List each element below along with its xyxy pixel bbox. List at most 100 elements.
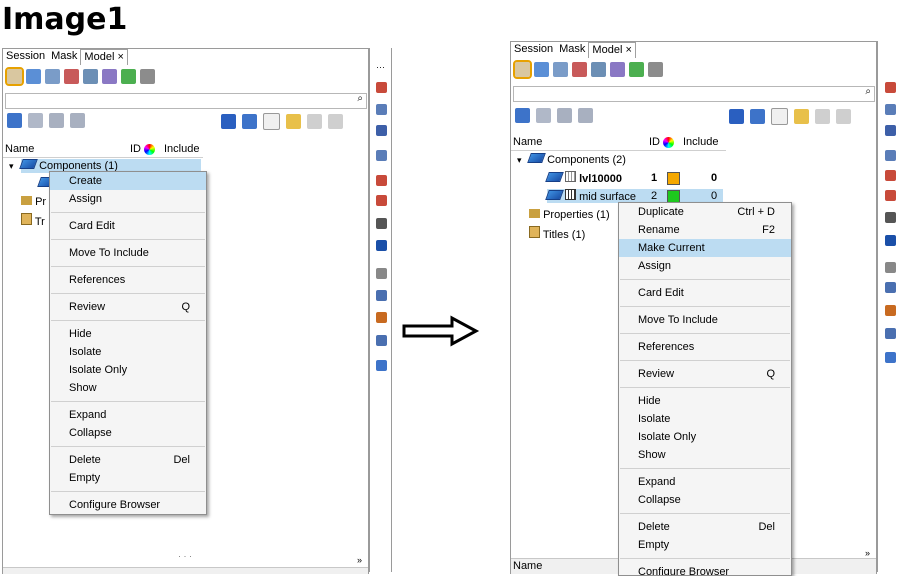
- color-swatch[interactable]: [667, 172, 680, 185]
- right-search-input[interactable]: ⌕: [513, 86, 875, 102]
- search-icon[interactable]: ⌕: [865, 86, 871, 97]
- visibility-one-icon[interactable]: [328, 114, 343, 129]
- menu-item-isolate[interactable]: Isolate: [619, 410, 791, 428]
- menu-item-assign[interactable]: Assign: [619, 257, 791, 275]
- visibility-one-icon[interactable]: [836, 109, 851, 124]
- side-tool-icon[interactable]: [885, 82, 896, 93]
- solver-view-icon[interactable]: [83, 68, 98, 84]
- menu-item-duplicate[interactable]: Duplicate Ctrl + D: [619, 203, 791, 221]
- menu-item-isolate-only[interactable]: Isolate Only: [619, 428, 791, 446]
- side-tool-icon[interactable]: [376, 104, 387, 115]
- display-entity-icon[interactable]: [242, 114, 257, 129]
- tree-titles[interactable]: Titles (1): [529, 226, 585, 241]
- tree-expand-toggle[interactable]: ▾: [9, 161, 14, 172]
- entity-filter-icon[interactable]: [515, 108, 530, 123]
- pointer-icon[interactable]: [263, 113, 280, 130]
- side-tool-icon[interactable]: [376, 268, 387, 279]
- tree-properties[interactable]: Pr: [21, 195, 46, 209]
- include-view-icon[interactable]: [648, 61, 663, 77]
- side-tool-icon[interactable]: [376, 175, 387, 186]
- side-tool-icon[interactable]: [376, 195, 387, 206]
- display-mode-icon[interactable]: [729, 109, 744, 124]
- menu-item-delete[interactable]: Delete Del: [50, 451, 206, 469]
- side-tool-icon[interactable]: [885, 212, 896, 223]
- menu-item-create[interactable]: Create: [50, 172, 206, 190]
- column-include[interactable]: Include: [164, 143, 199, 155]
- display-mode-icon[interactable]: [221, 114, 236, 129]
- search-icon[interactable]: ⌕: [357, 93, 363, 104]
- connector-view-icon[interactable]: [102, 68, 117, 84]
- filter-flat-icon[interactable]: [70, 113, 85, 128]
- menu-item-references[interactable]: References: [50, 271, 206, 289]
- import-icon[interactable]: [794, 109, 809, 124]
- menu-item-configure-browser[interactable]: Configure Browser: [619, 563, 791, 575]
- menu-item-move-to-include[interactable]: Move To Include: [619, 311, 791, 329]
- tree-expand-toggle[interactable]: ▾: [517, 155, 522, 166]
- component-view-icon[interactable]: [513, 59, 532, 79]
- side-tool-icon[interactable]: [376, 150, 387, 161]
- menu-item-hide[interactable]: Hide: [619, 392, 791, 410]
- display-entity-icon[interactable]: [750, 109, 765, 124]
- column-name[interactable]: Name: [513, 136, 542, 148]
- assembly-view-icon[interactable]: [534, 61, 549, 77]
- tree-item-mid-surface[interactable]: mid surface 2 0: [545, 189, 723, 203]
- side-tool-icon[interactable]: [376, 335, 387, 346]
- menu-item-references[interactable]: References: [619, 338, 791, 356]
- side-tool-icon[interactable]: [376, 312, 387, 323]
- pointer-icon[interactable]: [771, 108, 788, 125]
- side-tool-icon[interactable]: [376, 290, 387, 301]
- filter-by-icon[interactable]: [28, 113, 43, 128]
- tab-mask[interactable]: Mask: [48, 49, 80, 65]
- filter-flat-icon[interactable]: [578, 108, 593, 123]
- assembly-view-icon[interactable]: [26, 68, 41, 84]
- import-icon[interactable]: [286, 114, 301, 129]
- side-tool-icon[interactable]: [885, 328, 896, 339]
- filter-by-icon[interactable]: [536, 108, 551, 123]
- side-tool-icon[interactable]: [885, 104, 896, 115]
- tree-components[interactable]: Components (2): [527, 153, 626, 167]
- column-include[interactable]: Include: [683, 136, 718, 148]
- menu-item-collapse[interactable]: Collapse: [50, 424, 206, 442]
- menu-item-card-edit[interactable]: Card Edit: [619, 284, 791, 302]
- side-tool-icon[interactable]: [376, 218, 387, 229]
- menu-item-delete[interactable]: Delete Del: [619, 518, 791, 536]
- material-view-icon[interactable]: [553, 61, 568, 77]
- menu-item-hide[interactable]: Hide: [50, 325, 206, 343]
- panel-footer-chevron[interactable]: »: [357, 555, 362, 565]
- menu-item-make-current[interactable]: Make Current: [619, 239, 791, 257]
- tree-item-lvl10000[interactable]: lvl10000 1 0: [545, 171, 727, 185]
- side-tool-icon[interactable]: [885, 305, 896, 316]
- menu-item-card-edit[interactable]: Card Edit: [50, 217, 206, 235]
- loadcase-view-icon[interactable]: [64, 68, 79, 84]
- tab-mask[interactable]: Mask: [556, 42, 588, 58]
- tab-session[interactable]: Session: [3, 49, 48, 65]
- menu-item-expand[interactable]: Expand: [50, 406, 206, 424]
- side-tool-icon[interactable]: [376, 82, 387, 93]
- part-view-icon[interactable]: [121, 68, 136, 84]
- visibility-toggle-icon[interactable]: [307, 114, 322, 129]
- side-tool-icon[interactable]: [885, 170, 896, 181]
- left-search-input[interactable]: ⌕: [5, 93, 367, 109]
- menu-item-review[interactable]: Review Q: [619, 365, 791, 383]
- side-tool-icon[interactable]: [885, 282, 896, 293]
- tab-model[interactable]: Model ×: [588, 42, 636, 58]
- side-tool-icon[interactable]: [885, 190, 896, 201]
- filter-tree-icon[interactable]: [49, 113, 64, 128]
- material-view-icon[interactable]: [45, 68, 60, 84]
- side-tool-icon[interactable]: [376, 125, 387, 136]
- menu-item-collapse[interactable]: Collapse: [619, 491, 791, 509]
- solver-view-icon[interactable]: [591, 61, 606, 77]
- menu-item-isolate-only[interactable]: Isolate Only: [50, 361, 206, 379]
- side-tool-icon[interactable]: [885, 125, 896, 136]
- menu-item-assign[interactable]: Assign: [50, 190, 206, 208]
- tree-properties[interactable]: Properties (1): [529, 208, 610, 222]
- include-view-icon[interactable]: [140, 68, 155, 84]
- menu-item-show[interactable]: Show: [50, 379, 206, 397]
- tab-model[interactable]: Model ×: [80, 49, 128, 65]
- side-tool-icon[interactable]: [376, 360, 387, 371]
- connector-view-icon[interactable]: [610, 61, 625, 77]
- menu-item-show[interactable]: Show: [619, 446, 791, 464]
- filter-tree-icon[interactable]: [557, 108, 572, 123]
- menu-item-expand[interactable]: Expand: [619, 473, 791, 491]
- panel-footer-chevron[interactable]: »: [865, 548, 870, 558]
